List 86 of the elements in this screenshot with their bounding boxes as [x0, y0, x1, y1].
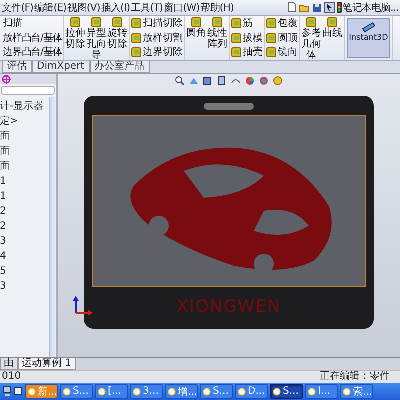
status-text: 010: [2, 371, 22, 383]
ribbon-button[interactable]: 异型孔向导: [86, 17, 108, 59]
tree-item[interactable]: 1: [0, 191, 49, 202]
ribbon-button[interactable]: 参考几何体: [301, 17, 322, 59]
desktop-icon[interactable]: [14, 386, 23, 397]
color-wheel-icon[interactable]: [245, 76, 255, 86]
ribbon-button[interactable]: 镜向: [266, 46, 298, 59]
ribbon-button[interactable]: 筋: [231, 17, 264, 30]
command-tab[interactable]: DimXpert: [32, 61, 90, 73]
ribbon-button[interactable]: 包覆: [266, 17, 298, 30]
ribbon-button[interactable]: 放样凸台/基体: [3, 32, 62, 44]
ribbon-button[interactable]: 线性阵列: [207, 17, 228, 59]
scene-icon[interactable]: [259, 76, 269, 86]
filter-field[interactable]: [1, 86, 55, 95]
taskbar-button[interactable]: I...: [305, 384, 338, 399]
menu-item[interactable]: 工具(T): [131, 0, 164, 14]
app-icon: [63, 388, 71, 396]
zoom-icon[interactable]: [175, 76, 185, 86]
taskbar-button[interactable]: S...: [270, 384, 303, 399]
tree-item[interactable]: 定>: [0, 116, 49, 127]
menu-item[interactable]: 插入(I): [101, 0, 130, 14]
ribbon-button[interactable]: 拔模: [231, 32, 264, 44]
menu-item[interactable]: 窗口(W): [164, 0, 200, 14]
ribbon-button[interactable]: 曲线: [322, 17, 344, 59]
tree-item[interactable]: 计-显示器: [0, 101, 49, 112]
computer-icon[interactable]: [3, 386, 12, 397]
app-icon: [133, 388, 141, 396]
tree-item[interactable]: 4: [0, 251, 49, 262]
menu-item[interactable]: 视图(V): [68, 0, 100, 14]
taskbar-button[interactable]: 3...: [130, 384, 163, 399]
brand-text: XIONGWEN: [176, 297, 282, 317]
save-icon[interactable]: [312, 2, 322, 12]
ribbon-button[interactable]: 扫描: [3, 17, 62, 30]
taskbar-button[interactable]: D...: [235, 384, 268, 399]
bottom-tab[interactable]: 由: [0, 358, 18, 370]
command-tab[interactable]: 办公室产品: [90, 61, 150, 73]
tree-item[interactable]: 3: [0, 281, 49, 292]
app-icon: [343, 388, 351, 396]
menu-item[interactable]: 编辑(E): [34, 0, 67, 14]
tree-item[interactable]: 1: [0, 176, 49, 187]
ribbon-button[interactable]: 边界凸台/基体: [3, 46, 62, 59]
document-title: 笔记本电脑...: [342, 2, 400, 14]
ribbon-button[interactable]: 圆角: [186, 17, 208, 59]
tree-item[interactable]: 面: [0, 131, 49, 142]
menu-item[interactable]: 帮助(H): [200, 0, 234, 14]
target-icon[interactable]: [2, 74, 11, 84]
taskbar-button[interactable]: 增...: [165, 384, 198, 399]
app-icon: [273, 388, 281, 396]
status-text: 正在编辑：零件: [320, 371, 390, 383]
ribbon-button[interactable]: 边界切除: [131, 46, 184, 59]
taskbar-button[interactable]: 索...: [340, 384, 373, 399]
ribbon-button[interactable]: 抽壳: [231, 46, 264, 59]
app-icon: [28, 388, 36, 396]
box-icon[interactable]: [217, 76, 227, 86]
ribbon-button[interactable]: 旋转切除: [107, 17, 128, 59]
taskbar-button[interactable]: S...: [60, 384, 93, 399]
tree-item[interactable]: 5: [0, 266, 49, 277]
instant3d-toggle[interactable]: Instant3D: [347, 18, 390, 58]
ruler-icon: [362, 21, 376, 33]
sphere-icon[interactable]: [273, 76, 283, 86]
taskbar-button[interactable]: S...: [200, 384, 233, 399]
open-folder-icon[interactable]: [298, 2, 310, 12]
tree-item[interactable]: 2: [0, 221, 49, 232]
ribbon-button[interactable]: 扫描切除: [131, 17, 184, 30]
app-icon: [98, 388, 106, 396]
ribbon-button[interactable]: 圆顶: [266, 32, 298, 44]
tree-item[interactable]: 面: [0, 161, 49, 172]
command-tab[interactable]: 评估: [2, 61, 32, 73]
app-icon: [238, 388, 246, 396]
tree-item[interactable]: 2: [0, 206, 49, 217]
menu-item[interactable]: 文件(F): [2, 0, 34, 14]
taskbar-button[interactable]: [...: [95, 384, 128, 399]
tree-item[interactable]: 3: [0, 236, 49, 247]
ribbon-button[interactable]: 放样切割: [131, 32, 184, 44]
app-icon: [308, 388, 316, 396]
bottom-tab[interactable]: 运动算例 1: [18, 358, 76, 370]
app-icon: [168, 388, 176, 396]
select-cursor-icon[interactable]: [324, 2, 335, 13]
app-icon: [203, 388, 211, 396]
new-file-icon[interactable]: [288, 2, 297, 13]
axis-triad-icon: [72, 295, 94, 317]
traffic-light-icon[interactable]: [336, 2, 342, 13]
webcam-bar: [204, 103, 254, 110]
ribbon-button[interactable]: 拉伸切除: [65, 17, 86, 59]
scrollbar[interactable]: [49, 97, 56, 357]
tree-item[interactable]: 面: [0, 146, 49, 157]
